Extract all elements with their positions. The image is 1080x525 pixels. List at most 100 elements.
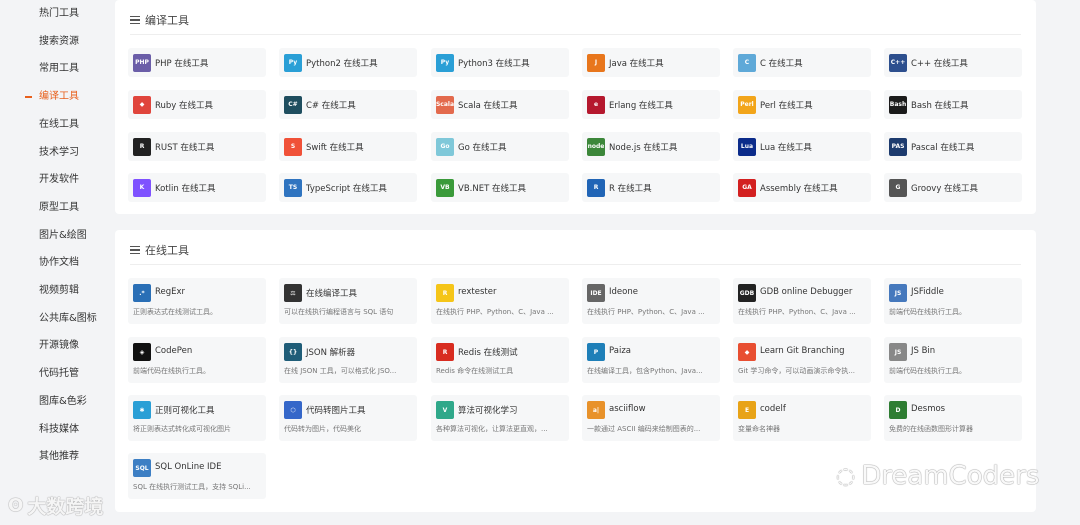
tool-card-description: 正则表达式在线测试工具。 <box>133 308 217 316</box>
sql-icon: SQL <box>133 459 151 477</box>
sidebar-item[interactable]: 开源镜像 <box>39 339 79 353</box>
sidebar-item[interactable]: 代码托管 <box>39 367 79 381</box>
tool-card-label: Python3 在线工具 <box>458 59 530 69</box>
divider <box>130 34 1021 35</box>
sidebar-item[interactable]: 图库&色彩 <box>39 395 87 409</box>
tool-card[interactable]: G Groovy 在线工具 <box>884 173 1022 202</box>
python2-icon: Py <box>284 53 302 72</box>
tool-card[interactable]: IDE Ideone 在线执行 PHP、Python、C、Java ... <box>582 278 720 324</box>
tool-card[interactable]: Ecodelf 变量命名神器 <box>733 395 871 441</box>
tool-card[interactable]: K Kotlin 在线工具 <box>128 173 266 202</box>
tool-card[interactable]: Perl Perl 在线工具 <box>733 90 871 119</box>
tool-card-label: RUST 在线工具 <box>155 143 215 153</box>
tool-card[interactable]: {} JSON 解析器 在线 JSON 工具，可以格式化 JSO... <box>279 337 417 383</box>
bash-icon: Bash <box>889 95 907 114</box>
tool-card[interactable]: JS JSFiddle 前端代码在线执行工具。 <box>884 278 1022 324</box>
ideone-icon: IDE <box>587 284 605 302</box>
tool-card-label: SQL OnLine IDE <box>155 462 222 472</box>
tool-card[interactable]: ⬡ 代码转图片工具 代码转为图片，代码美化 <box>279 395 417 441</box>
sidebar-item[interactable]: 原型工具 <box>39 201 79 215</box>
sidebar-item[interactable]: 热门工具 <box>39 7 79 21</box>
tool-card[interactable]: .* RegExr 正则表达式在线测试工具。 <box>128 278 266 324</box>
tool-card[interactable]: ✱ 正则可视化工具 将正则表达式转化成可视化图片 <box>128 395 266 441</box>
tool-card[interactable]: Lua Lua 在线工具 <box>733 132 871 161</box>
tool-card[interactable]: PAS Pascal 在线工具 <box>884 132 1022 161</box>
tool-card[interactable]: Bash Bash 在线工具 <box>884 90 1022 119</box>
sidebar-item[interactable]: 编译工具 <box>39 90 79 104</box>
json-icon: {} <box>284 343 302 361</box>
tool-card[interactable]: ⚖ 在线编译工具 可以在线执行编程语言与 SQL 语句 <box>279 278 417 324</box>
tool-card[interactable]: SQL SQL OnLine IDE SQL 在线执行测试工具，支持 SQLi... <box>128 453 266 499</box>
tool-card-label: Swift 在线工具 <box>306 143 364 153</box>
tool-card[interactable]: S Swift 在线工具 <box>279 132 417 161</box>
tool-card[interactable]: J Java 在线工具 <box>582 48 720 77</box>
tool-card-label: Assembly 在线工具 <box>760 184 838 194</box>
tool-card[interactable]: R R 在线工具 <box>582 173 720 202</box>
sidebar-item[interactable]: 常用工具 <box>39 62 79 76</box>
tool-card[interactable]: PHP PHP 在线工具 <box>128 48 266 77</box>
tool-card[interactable]: TS TypeScript 在线工具 <box>279 173 417 202</box>
tool-card[interactable]: GDB GDB online Debugger 在线执行 PHP、Python、C、… <box>733 278 871 324</box>
codelf-icon: E <box>738 401 756 419</box>
tool-card-label: C++ 在线工具 <box>911 59 968 69</box>
perl-icon: Perl <box>738 95 756 114</box>
tool-card-label: 代码转图片工具 <box>306 406 366 416</box>
section-title-compile: 编译工具 <box>130 12 189 28</box>
tool-card[interactable]: C# C# 在线工具 <box>279 90 417 119</box>
tool-card[interactable]: GA Assembly 在线工具 <box>733 173 871 202</box>
tool-card[interactable]: D Desmos 免费的在线函数图形计算器 <box>884 395 1022 441</box>
tool-card[interactable]: ◈ CodePen 前端代码在线执行工具。 <box>128 337 266 383</box>
sidebar-item[interactable]: 技术学习 <box>39 146 79 160</box>
r-icon: R <box>587 178 605 197</box>
tool-card[interactable]: ◆ Learn Git Branching Git 学习命令，可以动画演示命令执..… <box>733 337 871 383</box>
tool-card[interactable]: ◆ Ruby 在线工具 <box>128 90 266 119</box>
tool-card[interactable]: node Node.js 在线工具 <box>582 132 720 161</box>
tool-card[interactable]: e Erlang 在线工具 <box>582 90 720 119</box>
tool-card-label: 算法可视化学习 <box>458 406 518 416</box>
tool-card[interactable]: Py Python2 在线工具 <box>279 48 417 77</box>
tool-card[interactable]: P Paiza 在线编译工具，包含Python、Java... <box>582 337 720 383</box>
sidebar-item[interactable]: 开发软件 <box>39 173 79 187</box>
tool-card[interactable]: R RUST 在线工具 <box>128 132 266 161</box>
erlang-icon: e <box>587 95 605 114</box>
tool-card-description: 前端代码在线执行工具。 <box>133 367 210 375</box>
tool-card[interactable]: R Redis 在线测试 Redis 命令在线测试工具 <box>431 337 569 383</box>
sidebar-item[interactable]: 公共库&图标 <box>39 312 97 326</box>
kotlin-icon: K <box>133 178 151 197</box>
python3-icon: Py <box>436 53 454 72</box>
sidebar-item[interactable]: 在线工具 <box>39 118 79 132</box>
tool-card[interactable]: JS JS Bin 前端代码在线执行工具。 <box>884 337 1022 383</box>
php-icon: PHP <box>133 53 151 72</box>
tool-card[interactable]: Go Go 在线工具 <box>431 132 569 161</box>
git-icon: ◆ <box>738 343 756 361</box>
sidebar-item[interactable]: 科技媒体 <box>39 423 79 437</box>
sidebar-item[interactable]: 搜索资源 <box>39 35 79 49</box>
tool-card-label: Paiza <box>609 346 631 356</box>
list-icon <box>130 245 140 255</box>
sidebar-item[interactable]: 协作文档 <box>39 256 79 270</box>
tool-card[interactable]: C++ C++ 在线工具 <box>884 48 1022 77</box>
sidebar-item[interactable]: 图片&绘图 <box>39 229 87 243</box>
tool-card[interactable]: V 算法可视化学习 各种算法可视化，让算法更直观，... <box>431 395 569 441</box>
sidebar-item[interactable]: 其他推荐 <box>39 450 79 464</box>
sidebar-item[interactable]: 视频剪辑 <box>39 284 79 298</box>
tool-card[interactable]: Rrextester 在线执行 PHP、Python、C、Java ... <box>431 278 569 324</box>
section-title-text: 编译工具 <box>145 14 189 27</box>
tool-card[interactable]: Py Python3 在线工具 <box>431 48 569 77</box>
tool-card-description: 免费的在线函数图形计算器 <box>889 425 973 433</box>
tool-card[interactable]: C C 在线工具 <box>733 48 871 77</box>
tool-card[interactable]: a| asciiflow 一款通过 ASCII 编码来绘制图表的... <box>582 395 720 441</box>
tool-card[interactable]: Scala Scala 在线工具 <box>431 90 569 119</box>
tool-card[interactable]: VB VB.NET 在线工具 <box>431 173 569 202</box>
tool-card-description: 变量命名神器 <box>738 425 780 433</box>
tool-card-description: 各种算法可视化，让算法更直观，... <box>436 425 548 433</box>
tool-card-description: Git 学习命令，可以动画演示命令执... <box>738 367 856 375</box>
tool-card-label: GDB online Debugger <box>760 287 853 297</box>
watermark-left-text: 大数跨境 <box>27 496 104 518</box>
desmos-icon: D <box>889 401 907 419</box>
regex-visual-icon: ✱ <box>133 401 151 419</box>
groovy-icon: G <box>889 178 907 197</box>
paiza-icon: P <box>587 343 605 361</box>
tool-card-label: VB.NET 在线工具 <box>458 184 526 194</box>
tool-card-description: SQL 在线执行测试工具，支持 SQLi... <box>133 483 251 491</box>
